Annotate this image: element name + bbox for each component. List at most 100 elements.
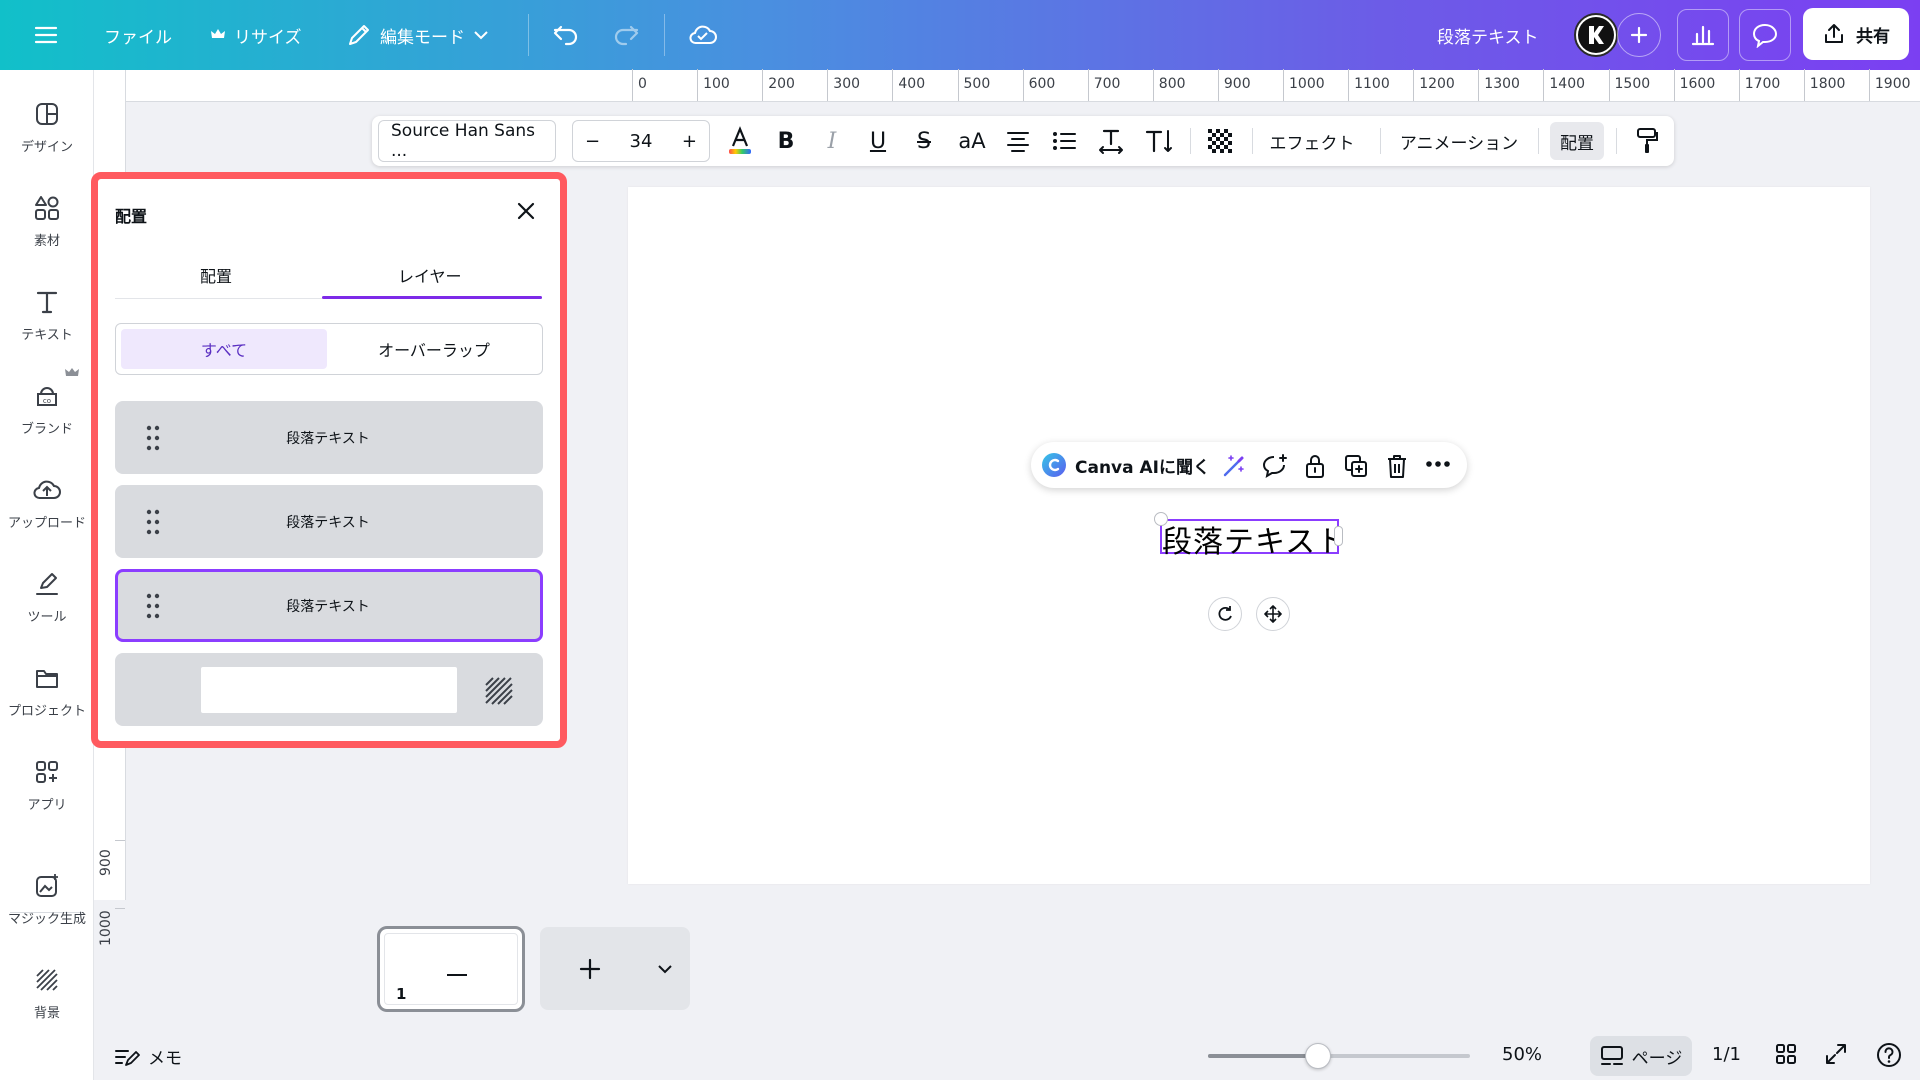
filter-overlap-button[interactable]: オーバーラップ — [330, 329, 538, 369]
rail-item-background[interactable]: 背景 — [0, 966, 94, 1046]
font-family-select[interactable]: Source Han Sans ... — [378, 120, 556, 162]
brand-icon: co — [37, 387, 57, 406]
animate-button[interactable]: アニメーション — [1394, 116, 1524, 166]
main-menu-button[interactable] — [34, 0, 58, 70]
edit-mode-label: 編集モード — [380, 27, 465, 48]
topbar-divider — [528, 14, 529, 56]
letter-case-button[interactable]: aA — [950, 116, 994, 166]
close-panel-button[interactable] — [514, 199, 538, 223]
rail-item-design[interactable]: デザイン — [0, 100, 94, 180]
layer-item[interactable]: 段落テキスト — [115, 401, 543, 474]
position-button[interactable]: 配置 — [1550, 122, 1604, 160]
duplicate-icon[interactable] — [1343, 453, 1369, 479]
add-collaborator-button[interactable] — [1617, 13, 1661, 57]
help-icon[interactable] — [1876, 1042, 1902, 1068]
move-button[interactable] — [1256, 597, 1290, 631]
add-page-button[interactable] — [540, 927, 640, 1010]
rail-item-brand[interactable]: co ブランド — [0, 382, 94, 462]
text-align-button[interactable] — [998, 116, 1038, 166]
layer-item-background[interactable] — [115, 653, 543, 726]
transparency-button[interactable] — [1200, 116, 1240, 166]
layer-label-text: 段落テキスト — [286, 430, 370, 447]
page-thumbnail[interactable]: 1 — [377, 926, 525, 1012]
rail-item-projects[interactable]: プロジェクト — [0, 664, 94, 744]
effects-button[interactable]: エフェクト — [1266, 116, 1358, 166]
magic-edit-icon[interactable] — [1221, 453, 1247, 479]
ruler-label: 900 — [1223, 76, 1251, 92]
ruler-tick — [632, 69, 633, 101]
ruler-tick — [697, 69, 699, 101]
ruler-tick — [762, 69, 764, 101]
zoom-level[interactable]: 50% — [1502, 1044, 1542, 1065]
strikethrough-button[interactable]: S — [904, 116, 944, 166]
tab-layers[interactable]: レイヤー — [398, 263, 462, 287]
layer-item[interactable]: 段落テキスト — [115, 485, 543, 558]
zoom-slider-handle[interactable] — [1305, 1043, 1332, 1069]
bold-button[interactable]: B — [766, 116, 806, 166]
apps-icon — [36, 761, 58, 783]
list-button[interactable] — [1044, 116, 1084, 166]
edit-mode-button[interactable]: 編集モード — [346, 0, 489, 70]
zoom-slider[interactable] — [1208, 1043, 1470, 1069]
filter-all-button[interactable]: すべて — [121, 329, 327, 369]
font-size-increase-button[interactable]: + — [682, 131, 697, 152]
trash-icon[interactable] — [1385, 453, 1409, 479]
comments-button[interactable] — [1739, 9, 1791, 61]
add-comment-icon[interactable] — [1261, 453, 1289, 479]
position-panel: 配置 配置 レイヤー すべて オーバーラップ 段落テキスト 段落テキスト 段落テ… — [98, 179, 560, 741]
rail-item-apps[interactable]: アプリ — [0, 758, 94, 838]
layer-label: 段落テキスト — [118, 572, 540, 639]
magic-image-icon — [36, 874, 58, 897]
cloud-save-button[interactable] — [688, 0, 718, 70]
toolbar-divider — [1538, 128, 1539, 154]
vertical-text-button[interactable] — [1138, 116, 1180, 166]
redo-button[interactable] — [612, 0, 640, 70]
resize-side-handle[interactable] — [1334, 526, 1343, 546]
rail-item-magic-media[interactable]: マジック生成 — [0, 872, 94, 952]
ruler-label: 200 — [768, 76, 795, 92]
document-title[interactable]: 段落テキスト — [1437, 0, 1539, 70]
italic-button[interactable]: I — [812, 116, 852, 166]
fullscreen-icon[interactable] — [1824, 1042, 1848, 1066]
rotate-corner-handle[interactable] — [1154, 512, 1168, 526]
layer-item-selected[interactable]: 段落テキスト — [115, 569, 543, 642]
undo-button[interactable] — [552, 0, 580, 70]
copy-style-button[interactable] — [1626, 116, 1668, 166]
ruler-tick — [1543, 69, 1545, 101]
font-size-value[interactable]: 34 — [630, 131, 653, 152]
share-button[interactable]: 共有 — [1803, 8, 1909, 60]
rotate-button[interactable] — [1208, 597, 1242, 631]
file-menu-button[interactable]: ファイル — [104, 0, 172, 70]
tab-arrange[interactable]: 配置 — [200, 263, 232, 287]
plus-icon — [579, 958, 601, 979]
underline-button[interactable]: U — [858, 116, 898, 166]
user-avatar[interactable] — [1574, 13, 1618, 57]
vertical-text-icon — [1145, 130, 1172, 153]
notes-button[interactable]: メモ — [114, 1044, 182, 1069]
text-color-icon — [729, 126, 751, 154]
font-size-decrease-button[interactable]: − — [585, 131, 600, 152]
rail-item-tools[interactable]: ツール — [0, 570, 94, 650]
canvas-text-element[interactable]: 段落テキスト — [1162, 517, 1347, 561]
grid-view-icon[interactable] — [1774, 1042, 1798, 1066]
svg-text:co: co — [43, 397, 51, 405]
rail-item-label: マジック生成 — [7, 912, 86, 927]
lock-icon[interactable] — [1303, 453, 1327, 479]
insights-button[interactable] — [1677, 9, 1729, 61]
rail-item-label: 背景 — [33, 1006, 60, 1021]
ruler-label: 1000 — [1289, 76, 1325, 92]
rail-item-elements[interactable]: 素材 — [0, 194, 94, 274]
more-options-icon[interactable] — [1425, 460, 1451, 468]
resize-button[interactable]: リサイズ — [210, 0, 302, 70]
rail-item-uploads[interactable]: アップロード — [0, 476, 94, 556]
spacing-button[interactable] — [1090, 116, 1132, 166]
ask-canva-ai-button[interactable]: Canva AIに聞く — [1041, 442, 1210, 488]
page-view-button[interactable]: ページ — [1590, 1036, 1692, 1076]
undo-icon — [553, 25, 578, 46]
redo-icon — [614, 25, 639, 46]
ruler-label: 1700 — [1744, 76, 1781, 92]
rail-item-text[interactable]: テキスト — [0, 288, 94, 368]
text-color-button[interactable] — [720, 116, 760, 166]
ruler-tick — [1478, 69, 1480, 101]
add-page-menu-button[interactable] — [640, 927, 690, 1010]
